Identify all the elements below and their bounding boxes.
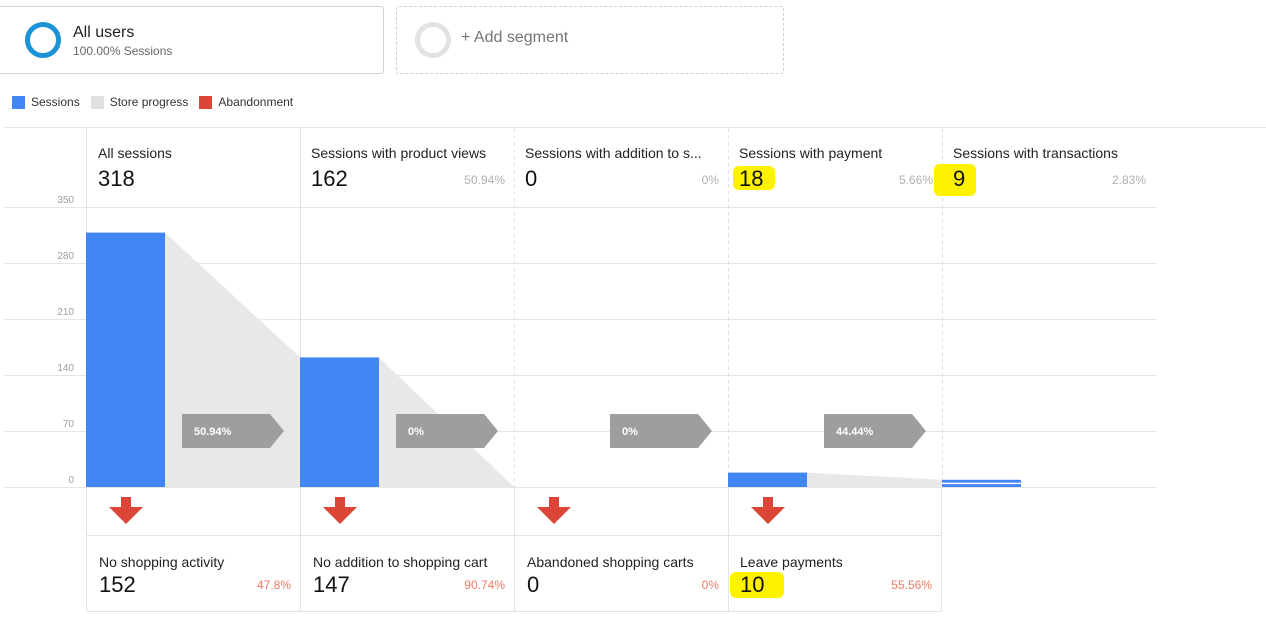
- abandonment-arrow-icon: [751, 497, 785, 524]
- progress-arrow-label: 0%: [622, 426, 638, 438]
- progress-arrow-label: 0%: [408, 426, 424, 438]
- abandon-value-leave-payments: 10: [740, 572, 765, 597]
- abandon-name-abandoned-carts: Abandoned shopping carts: [527, 554, 694, 570]
- abandon-name-leave-payments: Leave payments: [740, 554, 843, 570]
- sessions-bar: [300, 357, 379, 487]
- abandon-pct-no-shopping: 47.8%: [256, 578, 291, 592]
- step-pct-transactions: 2.83%: [1111, 173, 1146, 187]
- abandon-pct-leave-payments: 55.56%: [891, 578, 932, 592]
- abandon-value-no-shopping: 152: [99, 572, 136, 597]
- store-progress-area: [807, 472, 942, 487]
- step-pct-product-views: 50.94%: [464, 173, 505, 187]
- abandon-pct-abandoned-carts: 0%: [701, 578, 719, 592]
- abandonment-arrow-layer: [109, 497, 785, 524]
- step-value-add-to-cart: 0: [525, 166, 538, 191]
- abandon-pct-no-addition: 90.74%: [464, 578, 505, 592]
- step-name-all-sessions: All sessions: [98, 145, 172, 161]
- abandon-value-abandoned-carts: 0: [527, 572, 540, 597]
- funnel-chart: 50.94% 0% 0% 44.44%: [4, 127, 1266, 612]
- abandonment-arrow-icon: [323, 497, 357, 524]
- progress-arrow-label: 50.94%: [194, 426, 232, 438]
- abandonment-arrow-icon: [537, 497, 571, 524]
- step-name-add-to-cart: Sessions with addition to s...: [525, 145, 702, 161]
- store-progress-area: [165, 232, 300, 487]
- store-progress-layer: [165, 232, 942, 487]
- abandon-name-no-addition: No addition to shopping cart: [313, 554, 488, 570]
- abandon-value-no-addition: 147: [313, 572, 350, 597]
- sessions-bar: [728, 472, 807, 487]
- step-value-transactions: 9: [953, 166, 966, 191]
- step-pct-add-to-cart: 0%: [701, 173, 719, 187]
- step-pct-payment: 5.66%: [898, 173, 933, 187]
- step-name-product-views: Sessions with product views: [311, 145, 487, 161]
- step-name-transactions: Sessions with transactions: [953, 145, 1118, 161]
- sessions-bar: [86, 232, 165, 487]
- abandon-name-no-shopping: No shopping activity: [99, 554, 225, 570]
- abandonment-arrow-icon: [109, 497, 143, 524]
- step-value-all-sessions: 318: [98, 166, 135, 191]
- step-name-payment: Sessions with payment: [739, 145, 883, 161]
- step-value-payment: 18: [739, 166, 764, 191]
- step-value-product-views: 162: [311, 166, 348, 191]
- progress-arrow-label: 44.44%: [836, 426, 874, 438]
